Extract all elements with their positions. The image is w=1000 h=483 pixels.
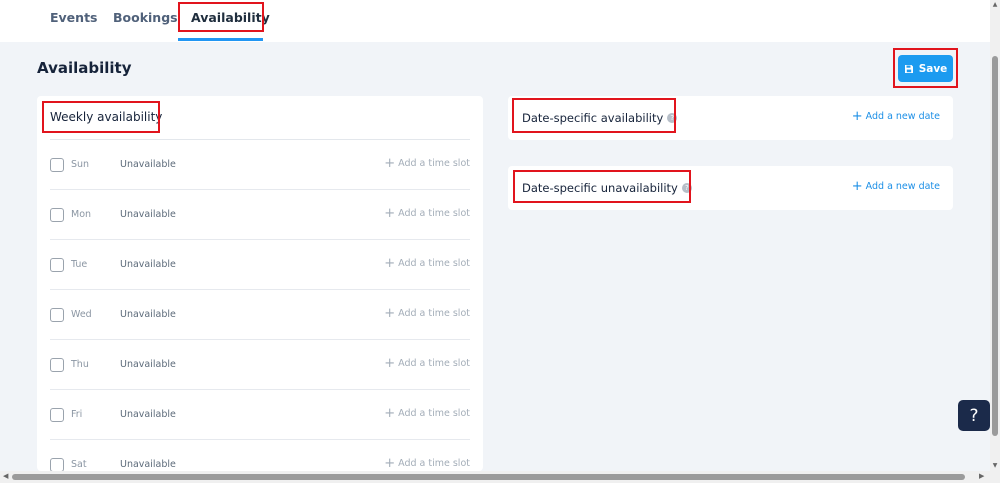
day-checkbox[interactable]: [50, 458, 64, 471]
add-time-slot-link[interactable]: + Add a time slot: [384, 356, 470, 371]
plus-icon: +: [384, 156, 396, 171]
scroll-down-arrow-icon[interactable]: ▼: [991, 462, 999, 469]
add-time-slot-label: Add a time slot: [398, 308, 470, 319]
day-status: Unavailable: [120, 409, 176, 420]
plus-icon: +: [851, 109, 863, 124]
day-checkbox[interactable]: [50, 358, 64, 372]
scroll-right-arrow-icon[interactable]: ▶: [979, 472, 984, 480]
day-row-fri: Fri Unavailable + Add a time slot: [50, 390, 470, 440]
day-checkbox[interactable]: [50, 258, 64, 272]
day-status: Unavailable: [120, 209, 176, 220]
day-name: Fri: [71, 409, 83, 420]
add-time-slot-link[interactable]: + Add a time slot: [384, 156, 470, 171]
add-time-slot-link[interactable]: + Add a time slot: [384, 456, 470, 471]
add-time-slot-link[interactable]: + Add a time slot: [384, 306, 470, 321]
date-specific-availability-label: Date-specific availability: [522, 111, 664, 125]
page-title: Availability: [37, 59, 132, 77]
day-name: Thu: [71, 359, 89, 370]
plus-icon: +: [384, 206, 396, 221]
add-new-date-label: Add a new date: [865, 181, 940, 192]
plus-icon: +: [384, 406, 396, 421]
tab-events[interactable]: Events: [50, 10, 97, 30]
day-status: Unavailable: [120, 259, 176, 270]
add-new-date-link[interactable]: + Add a new date: [851, 179, 940, 194]
vertical-scroll-thumb[interactable]: [992, 56, 998, 436]
plus-icon: +: [384, 456, 396, 471]
active-tab-indicator: [178, 38, 263, 41]
scroll-up-arrow-icon[interactable]: ▲: [991, 1, 999, 8]
floppy-disk-icon: [904, 64, 913, 73]
tab-bookings[interactable]: Bookings: [113, 10, 178, 30]
save-button-label: Save: [918, 62, 948, 75]
plus-icon: +: [851, 179, 863, 194]
weekly-availability-card: Weekly availability Sun Unavailable + Add…: [37, 96, 483, 471]
add-time-slot-link[interactable]: + Add a time slot: [384, 206, 470, 221]
day-checkbox[interactable]: [50, 208, 64, 222]
help-icon[interactable]: ?: [681, 183, 692, 193]
top-tab-bar: Events Bookings Availability: [0, 0, 990, 42]
question-mark-icon: ?: [969, 405, 979, 426]
day-name: Sat: [71, 459, 87, 470]
horizontal-scroll-thumb[interactable]: [12, 474, 965, 480]
day-name: Mon: [71, 209, 92, 220]
add-time-slot-label: Add a time slot: [398, 158, 470, 169]
add-time-slot-label: Add a time slot: [398, 458, 470, 469]
help-chat-button[interactable]: ?: [958, 400, 990, 431]
date-specific-unavailability-card: Date-specific unavailability ? + Add a ne…: [508, 166, 953, 210]
day-checkbox[interactable]: [50, 408, 64, 422]
tab-availability[interactable]: Availability: [191, 10, 270, 30]
plus-icon: +: [384, 256, 396, 271]
day-row-mon: Mon Unavailable + Add a time slot: [50, 190, 470, 240]
add-time-slot-link[interactable]: + Add a time slot: [384, 406, 470, 421]
date-specific-unavailability-title: Date-specific unavailability ?: [522, 181, 692, 195]
day-status: Unavailable: [120, 459, 176, 470]
vertical-scrollbar[interactable]: ▲ ▼: [990, 0, 1000, 471]
weekly-availability-title: Weekly availability: [50, 110, 163, 124]
day-row-wed: Wed Unavailable + Add a time slot: [50, 290, 470, 340]
day-status: Unavailable: [120, 159, 176, 170]
horizontal-scrollbar[interactable]: ◀ ▶: [0, 471, 1000, 483]
day-row-sun: Sun Unavailable + Add a time slot: [50, 140, 470, 190]
add-new-date-link[interactable]: + Add a new date: [851, 109, 940, 124]
scroll-left-arrow-icon[interactable]: ◀: [3, 472, 8, 480]
day-checkbox[interactable]: [50, 158, 64, 172]
date-specific-unavailability-label: Date-specific unavailability: [522, 181, 678, 195]
plus-icon: +: [384, 356, 396, 371]
day-checkbox[interactable]: [50, 308, 64, 322]
day-name: Sun: [71, 159, 90, 170]
day-status: Unavailable: [120, 309, 176, 320]
add-time-slot-label: Add a time slot: [398, 258, 470, 269]
add-new-date-label: Add a new date: [865, 111, 940, 122]
help-icon[interactable]: ?: [667, 113, 678, 123]
add-time-slot-link[interactable]: + Add a time slot: [384, 256, 470, 271]
date-specific-availability-title: Date-specific availability ?: [522, 111, 678, 125]
day-name: Wed: [71, 309, 92, 320]
day-status: Unavailable: [120, 359, 176, 370]
add-time-slot-label: Add a time slot: [398, 358, 470, 369]
day-row-tue: Tue Unavailable + Add a time slot: [50, 240, 470, 290]
save-button[interactable]: Save: [898, 55, 953, 82]
date-specific-availability-card: Date-specific availability ? + Add a new …: [508, 96, 953, 140]
day-name: Tue: [71, 259, 88, 270]
add-time-slot-label: Add a time slot: [398, 208, 470, 219]
add-time-slot-label: Add a time slot: [398, 408, 470, 419]
day-row-sat: Sat Unavailable + Add a time slot: [50, 440, 470, 471]
day-row-thu: Thu Unavailable + Add a time slot: [50, 340, 470, 390]
plus-icon: +: [384, 306, 396, 321]
